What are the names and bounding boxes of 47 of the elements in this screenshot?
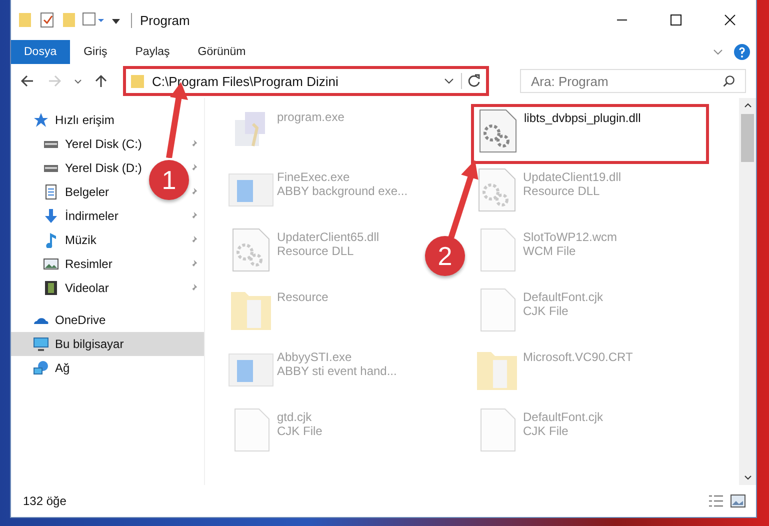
drive-icon (43, 140, 59, 148)
folder-icon (130, 73, 146, 89)
help-icon[interactable] (734, 44, 750, 60)
file-type: WCM File (523, 244, 576, 258)
file-type: Resource DLL (277, 244, 354, 258)
network-icon (33, 360, 49, 376)
ribbon-tab[interactable]: Dosya (11, 40, 70, 64)
scrollbar[interactable] (739, 98, 756, 485)
sidebar-item[interactable]: Hızlı erişim (33, 108, 114, 132)
music-note-icon (43, 232, 59, 248)
step-number-badge: 2 (425, 236, 465, 276)
address-bar[interactable]: C:\Program Files\Program Dizini (123, 66, 489, 96)
star-icon (33, 112, 49, 128)
ribbon-tab[interactable]: Paylaş (121, 40, 184, 64)
details-view-icon[interactable] (708, 493, 724, 509)
sidebar-item[interactable]: Bu bilgisayar (11, 332, 204, 356)
file-type: ABBY background exe... (277, 184, 408, 198)
quick-access-toolbar-icon (17, 10, 123, 30)
picture-icon (43, 256, 59, 272)
sidebar-item[interactable]: İndirmeler (43, 204, 118, 228)
file-type: ABBY sti event hand... (277, 364, 397, 378)
ribbon-tab[interactable]: Görünüm (184, 40, 260, 64)
document-icon (43, 184, 59, 200)
sidebar-item[interactable]: Yerel Disk (C:) (43, 132, 142, 156)
large-icons-view-icon[interactable] (730, 493, 746, 509)
ribbon-tab[interactable]: Giriş (70, 40, 122, 64)
sidebar-item[interactable]: OneDrive (33, 308, 106, 332)
file-type: Resource DLL (523, 184, 600, 198)
sidebar-item[interactable]: Resimler (43, 252, 112, 276)
item-count: 132 öğe (23, 494, 66, 508)
download-arrow-icon (43, 208, 59, 224)
sidebar-item[interactable]: Müzik (43, 228, 96, 252)
sidebar-item[interactable]: Yerel Disk (D:) (43, 156, 142, 180)
sidebar-item[interactable]: Ağ (33, 356, 70, 380)
computer-icon (33, 336, 49, 352)
search-field[interactable]: Ara: Program (520, 69, 746, 93)
scroll-thumb[interactable] (741, 114, 754, 162)
file-type: CJK File (523, 304, 568, 318)
step-number-badge: 1 (149, 160, 189, 200)
file-type: CJK File (523, 424, 568, 438)
drive-icon (43, 164, 59, 172)
window-title: Program (131, 12, 190, 28)
sidebar-item[interactable]: Belgeler (43, 180, 110, 204)
sidebar-item[interactable]: Videolar (43, 276, 109, 300)
film-icon (43, 280, 59, 296)
file-type: CJK File (277, 424, 322, 438)
file-name[interactable]: libts_dvbpsi_plugin.dll (524, 111, 641, 125)
